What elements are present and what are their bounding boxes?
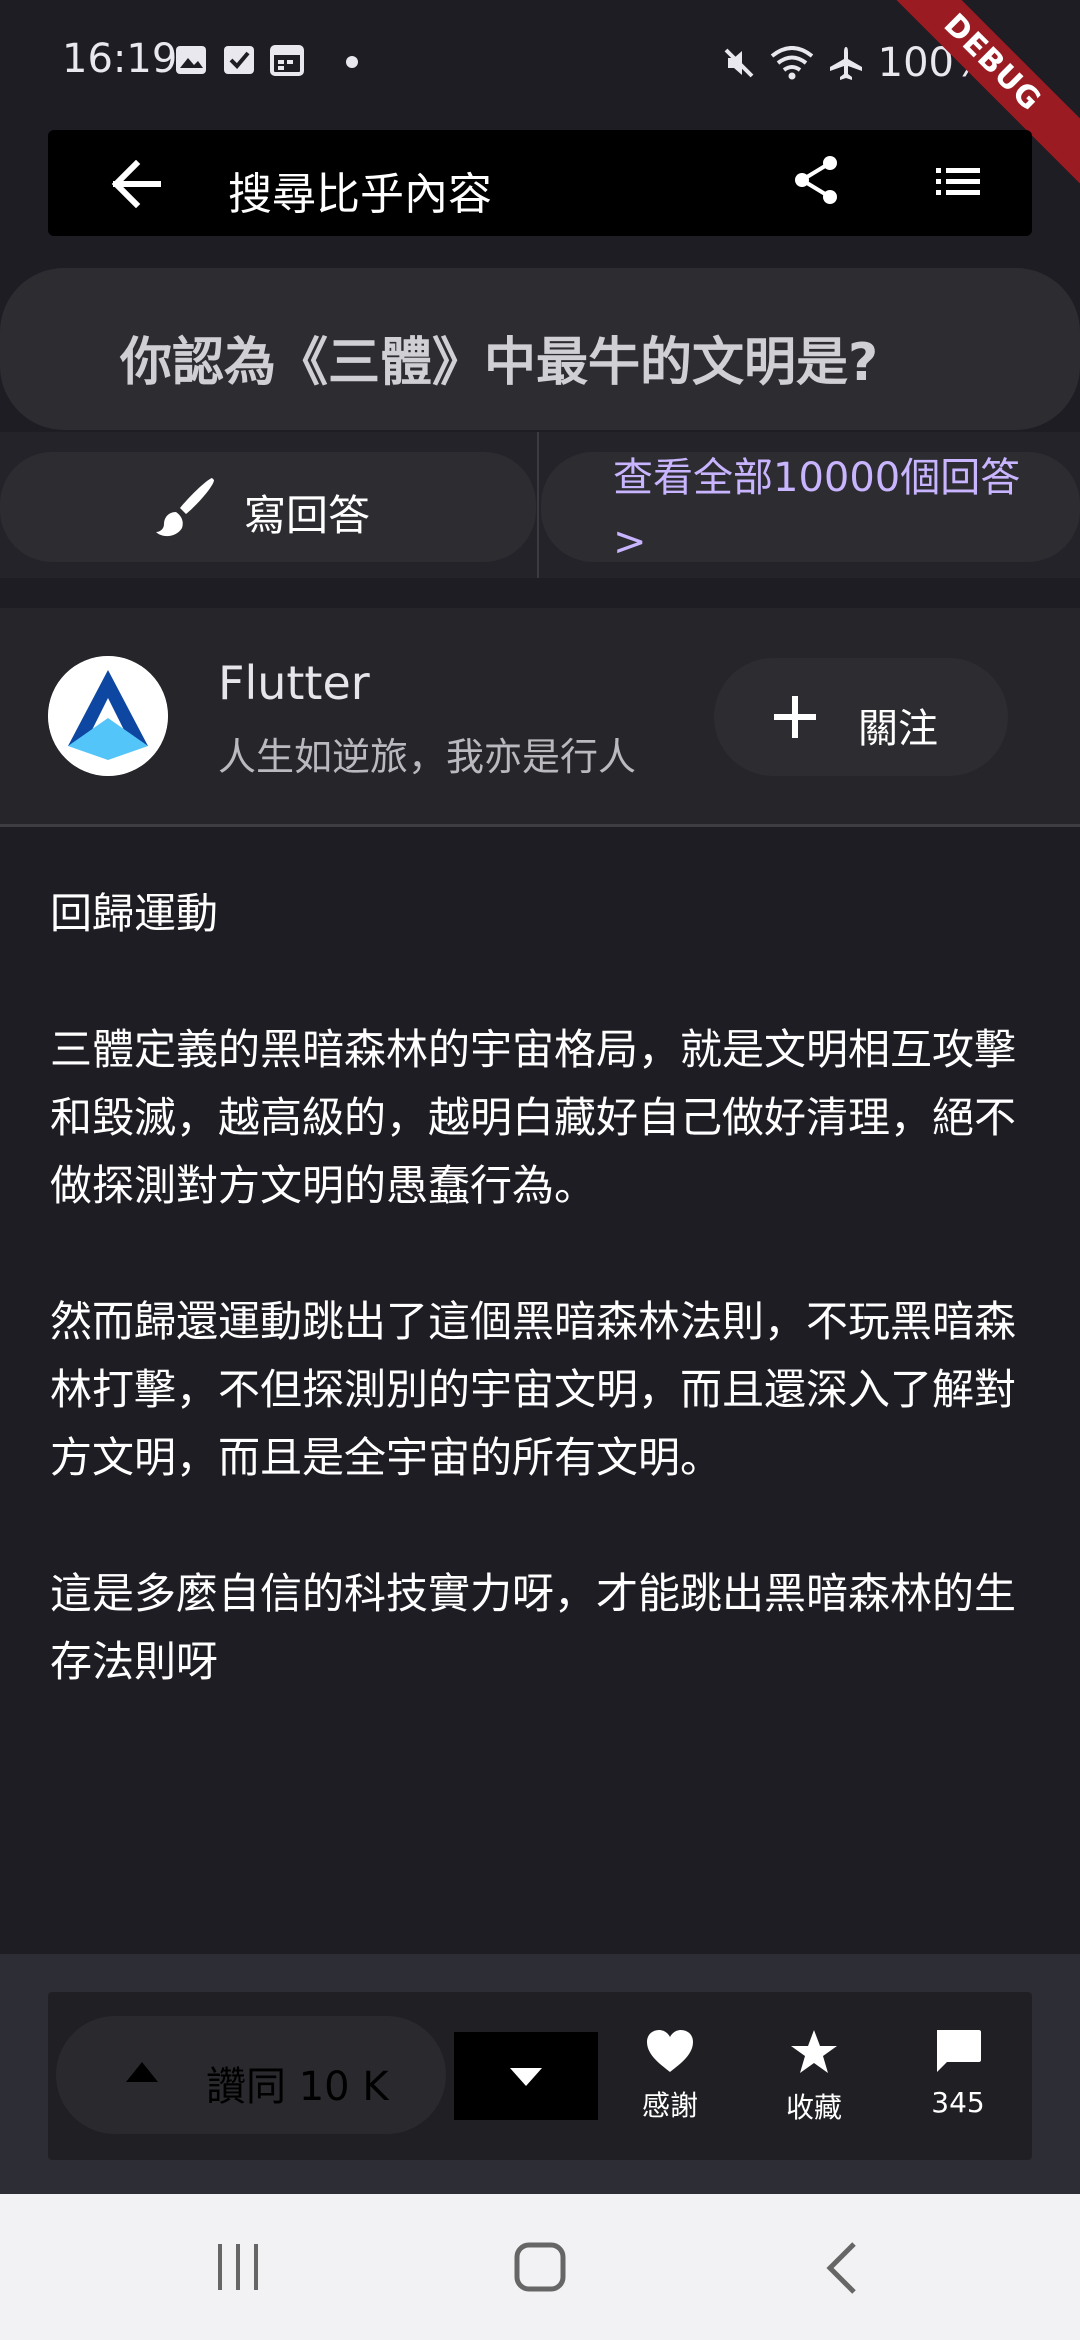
calendar-icon — [270, 45, 304, 76]
comments-button[interactable]: 345 — [898, 2028, 1018, 2119]
back-nav-icon[interactable] — [826, 2242, 858, 2294]
home-icon[interactable] — [514, 2242, 566, 2292]
more-notifications-dot-icon — [346, 56, 358, 68]
author-bio: 人生如逆旅，我亦是行人 — [218, 735, 637, 779]
follow-button[interactable]: 關注 — [714, 658, 1008, 776]
wifi-icon — [770, 46, 813, 80]
status-bar: 16:19 100% DEBUG — [0, 0, 1080, 186]
question-title: 你認為《三體》中最牛的文明是? — [120, 333, 879, 393]
flutter-logo-icon — [48, 656, 168, 776]
heart-icon — [647, 2030, 693, 2072]
agree-button[interactable]: 讚同 10 K — [56, 2016, 446, 2134]
actions-divider — [537, 432, 539, 578]
search-app-bar: 搜尋比乎內容 — [48, 130, 1032, 236]
airplane-mode-icon — [829, 47, 862, 80]
brush-icon — [156, 478, 214, 537]
view-all-answers-label: 查看全部10000個回答 > — [613, 455, 1021, 565]
comment-icon — [937, 2030, 981, 2072]
triangle-down-icon — [510, 2068, 542, 2086]
answer-paragraph: 回歸運動 — [50, 889, 219, 938]
write-answer-label: 寫回答 — [244, 491, 371, 540]
triangle-up-icon — [126, 2062, 158, 2082]
answer-paragraph: 然而歸還運動跳出了這個黑暗森林法則，不玩黑暗森林打擊，不但探測別的宇宙文明，而且… — [50, 1297, 1017, 1482]
follow-label: 關注 — [858, 706, 938, 752]
view-all-answers-button[interactable]: 查看全部10000個回答 > — [541, 452, 1080, 565]
plus-icon — [774, 696, 816, 738]
mute-icon — [724, 48, 754, 78]
answer-content: 回歸運動 三體定義的黑暗森林的宇宙格局，就是文明相互攻擊和毀滅，越高級的，越明白… — [50, 880, 1040, 1764]
answer-paragraph: 這是多麼自信的科技實力呀，才能跳出黑暗森林的生存法則呀 — [50, 1569, 1017, 1686]
thanks-button[interactable]: 感謝 — [610, 2028, 730, 2124]
collect-label: 收藏 — [785, 2091, 842, 2124]
list-menu-icon[interactable] — [936, 166, 980, 198]
disagree-button[interactable] — [454, 2032, 598, 2120]
share-icon[interactable] — [792, 154, 840, 206]
avatar[interactable] — [48, 656, 168, 776]
image-icon — [176, 46, 206, 74]
question-actions: 寫回答 查看全部10000個回答 > — [0, 432, 1080, 578]
author-name[interactable]: Flutter — [218, 656, 370, 710]
checkbox-icon — [224, 46, 254, 74]
status-notification-icons — [174, 44, 358, 76]
write-answer-button[interactable]: 寫回答 — [0, 452, 536, 562]
author-row: Flutter 人生如逆旅，我亦是行人 關注 — [0, 608, 1080, 827]
agree-label: 讚同 10 K — [206, 2064, 389, 2110]
thanks-label: 感謝 — [641, 2089, 698, 2122]
question-title-card[interactable]: 你認為《三體》中最牛的文明是? — [0, 268, 1080, 430]
status-time: 16:19 — [62, 36, 178, 82]
search-input[interactable]: 搜尋比乎內容 — [228, 158, 492, 222]
star-icon — [791, 2030, 837, 2073]
answer-paragraph: 三體定義的黑暗森林的宇宙格局，就是文明相互攻擊和毀滅，越高級的，越明白藏好自己做… — [50, 1025, 1017, 1210]
collect-button[interactable]: 收藏 — [754, 2028, 874, 2126]
answer-toolbar: 讚同 10 K 感謝 收藏 345 — [48, 1992, 1032, 2160]
back-arrow-icon[interactable] — [110, 160, 162, 208]
system-nav-bar — [0, 2194, 1080, 2340]
bottom-area: 讚同 10 K 感謝 收藏 345 — [0, 1954, 1080, 2194]
recent-apps-icon[interactable] — [214, 2242, 262, 2292]
comments-count: 345 — [931, 2086, 985, 2119]
